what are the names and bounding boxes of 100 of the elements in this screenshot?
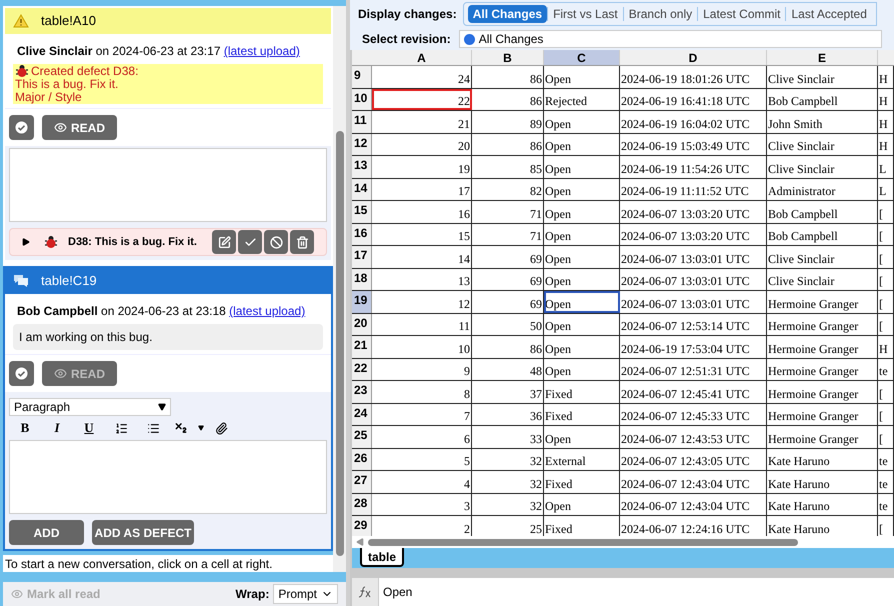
table-cell: 48 [472, 358, 544, 380]
table-cell: 17 [372, 178, 472, 200]
horizontal-scrollbar-thumb[interactable] [368, 538, 798, 546]
underline-button[interactable]: U [73, 418, 105, 438]
row-header[interactable]: 22 [352, 358, 372, 380]
table-cell: 2024-06-19 16:04:02 UTC [620, 111, 767, 132]
latest-upload-link[interactable]: (latest upload) [224, 44, 300, 58]
row-header[interactable]: 21 [352, 336, 372, 358]
mark-read-button[interactable] [9, 361, 34, 386]
table-cell: 20 [372, 134, 472, 155]
table-cell: Open [544, 268, 620, 290]
row-header[interactable]: 15 [352, 201, 372, 222]
table-cell: 2024-06-07 12:43:53 UTC [620, 426, 767, 448]
bug-icon [15, 64, 29, 78]
table-cell: 71 [472, 201, 544, 222]
row-header[interactable]: 20 [352, 314, 372, 335]
table-cell: 2024-06-19 17:53:04 UTC [620, 336, 767, 358]
edit-button[interactable] [212, 230, 236, 254]
row-header[interactable]: 24 [352, 404, 372, 425]
row-header[interactable]: 27 [352, 471, 372, 492]
table-cell: H [878, 134, 894, 155]
message-byline: Bob Campbell on 2024-06-23 at 23:18 (latest upload) [16, 303, 306, 320]
wrap-select[interactable]: Prompt [273, 584, 338, 604]
table-cell: 19 [372, 156, 472, 178]
column-header[interactable]: D [620, 50, 767, 65]
column-header[interactable]: C [544, 50, 620, 65]
row-header[interactable]: 28 [352, 494, 372, 515]
row-header[interactable]: 10 [352, 88, 372, 110]
conversation-header[interactable]: table!A10 [5, 8, 331, 34]
table-cell: 21 [372, 111, 472, 132]
table-cell: 36 [472, 404, 544, 425]
table-cell: 86 [472, 134, 544, 155]
table-cell: 2024-06-07 12:43:04 UTC [620, 471, 767, 492]
table-cell: 85 [472, 156, 544, 178]
table-cell: [ [878, 404, 894, 425]
row-header[interactable]: 13 [352, 156, 372, 178]
scroll-left-icon[interactable] [356, 538, 364, 546]
table-cell: 12 [372, 291, 472, 312]
table-cell: 82 [472, 178, 544, 200]
table-cell: 2024-06-19 16:41:18 UTC [620, 88, 767, 110]
revision-select[interactable]: All Changes [458, 30, 882, 48]
table-cell: 11 [372, 314, 472, 335]
add-as-defect-button[interactable]: ADD AS DEFECT [92, 520, 194, 545]
row-header[interactable]: 25 [352, 426, 372, 448]
row-header[interactable]: 12 [352, 134, 372, 155]
table-cell: H [878, 88, 894, 110]
display-mode-tab[interactable]: All Changes [468, 5, 548, 23]
table-cell: Open [544, 426, 620, 448]
read-button[interactable]: READ [42, 115, 117, 140]
block-format-select[interactable]: Paragraph [9, 398, 171, 416]
eye-icon [54, 367, 67, 380]
latest-upload-link[interactable]: (latest upload) [229, 304, 306, 318]
bug-icon [44, 235, 58, 249]
table-cell: 32 [472, 494, 544, 515]
row-header[interactable]: 23 [352, 381, 372, 402]
table-cell: Rejected [544, 88, 620, 110]
table-cell: [ [878, 291, 894, 312]
add-button[interactable]: ADD [9, 520, 84, 545]
row-header[interactable]: 16 [352, 224, 372, 245]
table-cell: te [878, 358, 894, 380]
display-mode-tab[interactable]: Branch only [624, 5, 698, 23]
row-header[interactable]: 11 [352, 111, 372, 132]
table-cell: Open [544, 336, 620, 358]
table-cell: 69 [472, 246, 544, 268]
sheet-tab[interactable]: table [360, 548, 404, 567]
function-icon [352, 578, 378, 606]
row-header[interactable]: 14 [352, 178, 372, 200]
reject-button[interactable] [264, 230, 288, 254]
italic-button[interactable]: I [41, 418, 73, 438]
conversation-header[interactable]: table!C19 [5, 268, 331, 294]
mark-read-button[interactable] [9, 115, 34, 140]
display-mode-tab[interactable]: First vs Last [548, 5, 623, 23]
vertical-scrollbar[interactable] [333, 6, 346, 572]
defect-message-line: Major / Style [15, 91, 82, 104]
table-cell: 2024-06-07 12:43:05 UTC [620, 448, 767, 470]
comment-input-field[interactable] [9, 148, 327, 222]
display-mode-tab[interactable]: Latest Commit [698, 5, 786, 23]
table-cell: 16 [372, 201, 472, 222]
display-mode-tab[interactable]: Last Accepted [786, 5, 872, 23]
row-header[interactable]: 17 [352, 246, 372, 268]
row-header[interactable]: 18 [352, 268, 372, 290]
bold-button[interactable]: B [9, 418, 41, 438]
delete-button[interactable] [290, 230, 314, 254]
bullet-list-icon [146, 422, 160, 434]
eye-icon [54, 121, 67, 134]
row-header[interactable]: 9 [352, 66, 372, 88]
column-header[interactable]: E [767, 50, 878, 65]
expand-toggle[interactable] [22, 238, 30, 246]
table-cell: Open [544, 314, 620, 335]
comment-input-field[interactable] [9, 440, 327, 514]
wrap-label: Wrap: [236, 586, 270, 603]
scrollbar-thumb[interactable] [336, 131, 344, 556]
row-header[interactable]: 29 [352, 516, 372, 536]
column-header[interactable]: A [372, 50, 472, 65]
display-changes-label: Display changes: [358, 6, 457, 23]
accept-button[interactable] [238, 230, 262, 254]
row-header[interactable]: 26 [352, 448, 372, 470]
table-cell: 14 [372, 246, 472, 268]
row-header[interactable]: 19 [352, 291, 372, 312]
table-cell: 50 [472, 314, 544, 335]
